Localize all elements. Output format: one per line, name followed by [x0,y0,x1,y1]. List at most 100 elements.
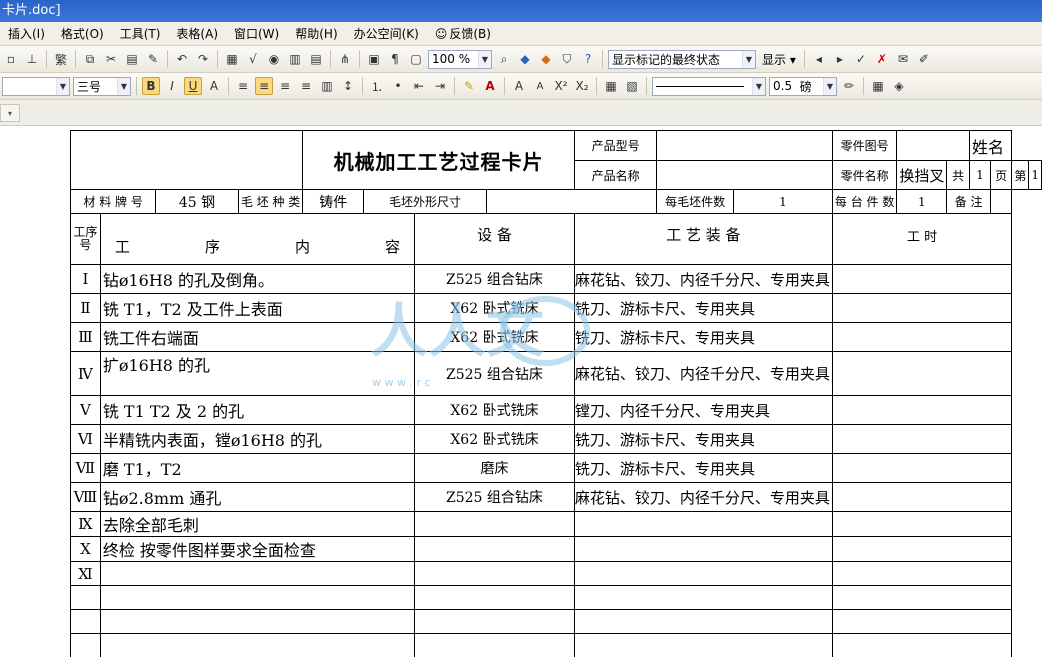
columns-icon[interactable]: ▤ [307,50,325,68]
shading-icon[interactable]: ◈ [890,77,908,95]
show-hide-icon[interactable]: ¶ [386,50,404,68]
menu-help[interactable]: 帮助(H) [287,24,345,44]
menu-table[interactable]: 表格(A) [168,24,226,44]
char-scale-icon[interactable]: A [205,77,223,95]
operation-hours[interactable] [831,395,1013,425]
operation-hours[interactable] [831,293,1013,323]
accept-change-icon[interactable]: ✓ [852,50,870,68]
operation-content[interactable]: 铣 T1，T2 及工件上表面 [99,293,416,323]
operation-number[interactable]: Ⅸ [70,511,101,537]
operation-equipment[interactable]: X62 卧式铣床 [414,293,575,323]
table-grid-icon[interactable]: ▥ [286,50,304,68]
operation-hours[interactable] [831,264,1013,294]
operation-equipment[interactable]: X62 卧式铣床 [414,395,575,425]
align-right-icon[interactable]: ≡ [276,77,294,95]
menu-format[interactable]: 格式(O) [53,24,112,44]
table-draw-icon[interactable]: ▦ [602,77,620,95]
document-map-icon[interactable]: ▣ [365,50,383,68]
help-icon[interactable]: ? [579,50,597,68]
operation-content[interactable]: 钻ø2.8mm 通孔 [99,482,416,512]
operation-number[interactable] [70,633,101,657]
formula-icon[interactable]: √ [244,50,262,68]
table-erase-icon[interactable]: ▧ [623,77,641,95]
operation-number[interactable]: Ⅺ [70,561,101,586]
operation-number[interactable] [70,585,101,610]
operation-content[interactable] [99,609,416,634]
operation-number[interactable]: Ⅷ [70,482,101,512]
operation-hours[interactable] [831,633,1013,657]
operation-content[interactable]: 扩ø16H8 的孔 [99,351,416,396]
operation-number[interactable]: Ⅶ [70,453,101,483]
blue-box-icon[interactable]: ◆ [516,50,534,68]
operation-tooling[interactable] [573,536,833,562]
italic-button[interactable]: I [163,77,181,95]
traditional-chinese-icon[interactable]: 繁 [52,50,70,68]
increase-indent-icon[interactable]: ⇥ [431,77,449,95]
bold-button[interactable]: B [142,77,160,95]
page-icon[interactable]: ▢ [407,50,425,68]
operation-number[interactable]: Ⅴ [70,395,101,425]
menu-tools[interactable]: 工具(T) [112,24,169,44]
operation-number[interactable]: Ⅹ [70,536,101,562]
research-icon[interactable]: ⌕ [495,50,513,68]
operation-hours[interactable] [831,585,1013,610]
subscript-icon[interactable]: X₂ [573,77,591,95]
operation-content[interactable] [99,633,416,657]
line-style-select[interactable]: ▼ [652,76,766,96]
operation-tooling[interactable]: 铣刀、游标卡尺、专用夹具 [573,453,833,483]
grow-font-icon[interactable]: A [510,77,528,95]
insert-table-icon[interactable]: ▦ [223,50,241,68]
operation-equipment[interactable] [414,511,575,537]
paste-icon[interactable]: ▤ [123,50,141,68]
menu-window[interactable]: 窗口(W) [226,24,287,44]
operation-hours[interactable] [831,424,1013,454]
operation-hours[interactable] [831,351,1013,396]
operation-hours[interactable] [831,511,1013,537]
toolbar-options-button[interactable]: ▾ [0,104,20,122]
operation-equipment[interactable]: X62 卧式铣床 [414,424,575,454]
operation-number[interactable]: Ⅳ [70,351,101,396]
underline-button[interactable]: U [184,77,202,95]
operation-content[interactable]: 去除全部毛刺 [99,511,416,537]
highlight-pen-icon[interactable]: ✐ [915,50,933,68]
comment-icon[interactable]: ✉ [894,50,912,68]
shrink-font-icon[interactable]: A [531,77,549,95]
operation-number[interactable]: Ⅱ [70,293,101,323]
next-change-icon[interactable]: ▸ [831,50,849,68]
part-name-value[interactable]: 换挡叉 [896,160,948,190]
font-size-select[interactable]: 三号 ▼ [73,76,131,96]
operation-equipment[interactable] [414,536,575,562]
operation-content[interactable]: 铣工件右端面 [99,322,416,352]
operation-content[interactable]: 半精铣内表面，镗ø16H8 的孔 [99,424,416,454]
operation-hours[interactable] [831,561,1013,586]
operation-hours[interactable] [831,536,1013,562]
align-center-icon[interactable]: ≡ [255,77,273,95]
operation-tooling[interactable] [573,561,833,586]
operation-hours[interactable] [831,609,1013,634]
operation-tooling[interactable]: 铣刀、游标卡尺、专用夹具 [573,424,833,454]
redo-icon[interactable]: ↷ [194,50,212,68]
menu-insert[interactable]: 插入(I) [0,24,53,44]
blank-type-value[interactable]: 铸件 [302,189,365,214]
operation-tooling[interactable] [573,511,833,537]
operation-number[interactable]: Ⅲ [70,322,101,352]
blanks-per-value[interactable]: 1 [732,189,833,214]
operation-equipment[interactable]: X62 卧式铣床 [414,322,575,352]
material-value[interactable]: 45 钢 [155,189,239,214]
line-weight-select[interactable]: 0.5 磅 ▼ [769,76,837,96]
web-icon[interactable]: ◉ [265,50,283,68]
align-left-icon[interactable]: ≡ [234,77,252,95]
highlight-icon[interactable]: ✎ [460,77,478,95]
border-color-icon[interactable]: ✏ [840,77,858,95]
operation-tooling[interactable]: 麻花钻、铰刀、内径千分尺、专用夹具 [573,351,833,396]
superscript-icon[interactable]: X² [552,77,570,95]
operation-content[interactable]: 磨 T1，T2 [99,453,416,483]
operation-tooling[interactable]: 麻花钻、铰刀、内径千分尺、专用夹具 [573,482,833,512]
undo-icon[interactable]: ↶ [173,50,191,68]
operation-tooling[interactable] [573,633,833,657]
operation-hours[interactable] [831,322,1013,352]
operation-content[interactable] [99,561,416,586]
operation-content[interactable]: 钻ø16H8 的孔及倒角。 [99,264,416,294]
operation-hours[interactable] [831,453,1013,483]
borders-icon[interactable]: ▦ [869,77,887,95]
